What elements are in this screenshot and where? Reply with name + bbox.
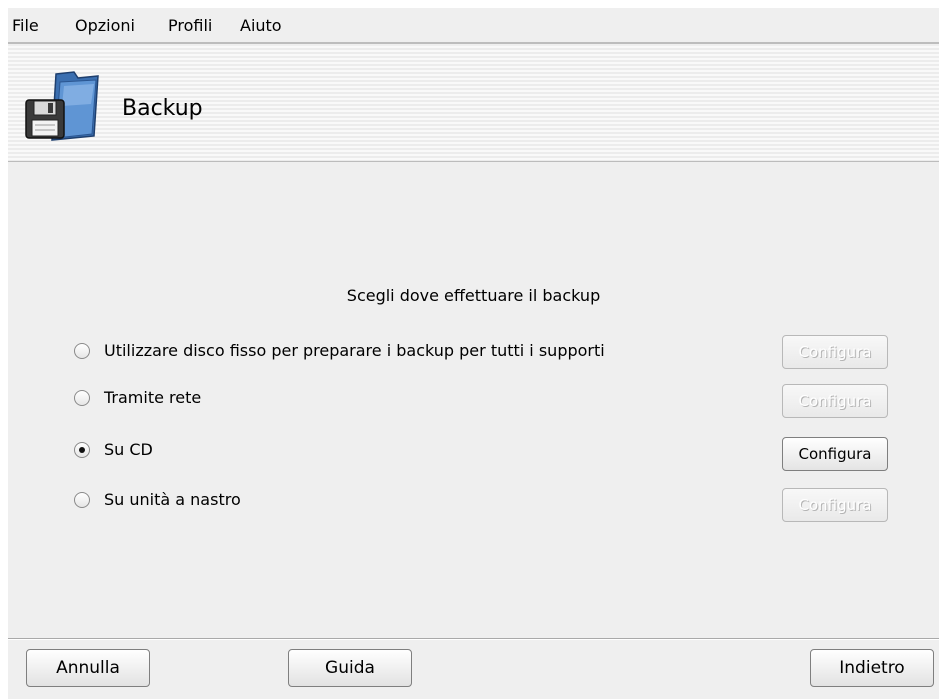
menu-opzioni[interactable]: Opzioni [75, 16, 135, 35]
help-button[interactable]: Guida [288, 649, 412, 687]
configure-hard-disk-button: Configura [782, 335, 888, 369]
configure-cd-button[interactable]: Configura [782, 437, 888, 471]
radio-cd-selected[interactable] [74, 442, 90, 458]
application-window: File Opzioni Profili Aiuto Backup Scegli… [8, 8, 939, 699]
menubar: File Opzioni Profili Aiuto [8, 8, 939, 44]
radio-tape[interactable] [74, 492, 90, 508]
option-label: Su CD [104, 440, 153, 459]
option-label: Utilizzare disco fisso per preparare i b… [104, 341, 605, 360]
menu-aiuto[interactable]: Aiuto [240, 16, 282, 35]
configure-network-button: Configura [782, 384, 888, 418]
header-banner: Backup [8, 46, 939, 162]
page-title: Backup [122, 96, 203, 121]
radio-hard-disk[interactable] [74, 343, 90, 359]
option-label: Tramite rete [104, 388, 202, 407]
menu-file[interactable]: File [12, 16, 39, 35]
bottom-divider [8, 638, 939, 640]
radio-network[interactable] [74, 390, 90, 406]
radio-dot [79, 447, 85, 453]
destination-prompt: Scegli dove effettuare il backup [346, 286, 601, 305]
menu-profili[interactable]: Profili [168, 16, 212, 35]
back-button[interactable]: Indietro [810, 649, 934, 687]
floppy-folder-icon [25, 71, 99, 141]
option-label: Su unità a nastro [104, 490, 241, 509]
configure-tape-button: Configura [782, 488, 888, 522]
cancel-button[interactable]: Annulla [26, 649, 150, 687]
